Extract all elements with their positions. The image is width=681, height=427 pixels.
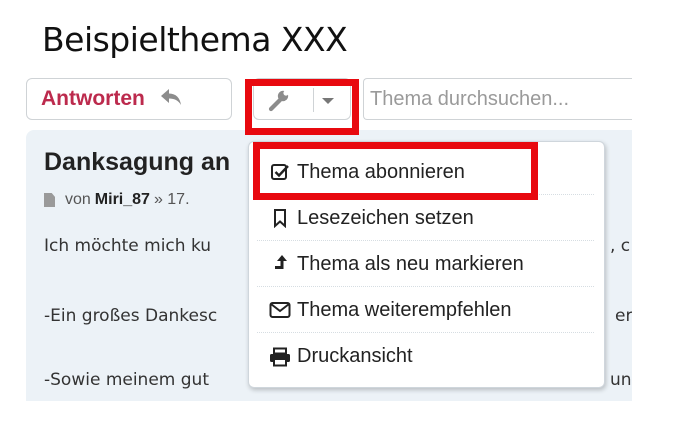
envelope-icon xyxy=(269,299,291,321)
menu-item-print-view[interactable]: Druckansicht xyxy=(257,334,594,379)
topic-tools-button[interactable] xyxy=(253,78,351,120)
bookmark-icon xyxy=(269,207,291,229)
post-text-fragment: er xyxy=(615,306,632,326)
post-meta-suffix: » 17. xyxy=(153,191,190,208)
menu-item-label: Druckansicht xyxy=(297,345,413,367)
menu-item-label: Thema weiterempfehlen xyxy=(297,298,512,321)
menu-item-mark-unread[interactable]: Thema als neu markieren xyxy=(257,242,594,287)
post-title: Danksagung an xyxy=(44,148,231,176)
reply-button[interactable]: Antworten xyxy=(26,78,232,120)
page-title: Beispielthema XXX xyxy=(42,20,348,59)
chevron-down-icon[interactable] xyxy=(322,98,334,104)
topic-tools-menu: Thema abonnieren Lesezeichen setzen Them… xyxy=(248,141,605,388)
post-text-fragment: , c xyxy=(610,236,631,256)
menu-item-label: Lesezeichen setzen xyxy=(297,206,474,229)
post-text-line: Ich möchte mich ku xyxy=(44,236,212,256)
reply-icon xyxy=(159,87,183,111)
menu-item-label: Thema abonnieren xyxy=(297,160,465,183)
menu-item-subscribe[interactable]: Thema abonnieren xyxy=(257,150,594,195)
menu-item-bookmark[interactable]: Lesezeichen setzen xyxy=(257,196,594,241)
wrench-icon xyxy=(266,88,292,117)
reply-button-label: Antworten xyxy=(41,87,145,110)
checkbox-checked-icon xyxy=(269,161,291,183)
tools-separator xyxy=(313,88,314,112)
document-icon xyxy=(44,193,55,207)
post-text-fragment: unc xyxy=(610,370,632,390)
post-meta: von Miri_87 » 17. xyxy=(44,191,190,209)
arrow-up-icon xyxy=(269,253,291,275)
post-author[interactable]: Miri_87 xyxy=(95,191,150,209)
post-text-line: -Ein großes Dankesc xyxy=(44,306,218,326)
menu-item-label: Thema als neu markieren xyxy=(297,252,524,275)
post-meta-prefix: von xyxy=(65,191,91,208)
post-text-line: -Sowie meinem gut xyxy=(44,370,209,390)
print-icon xyxy=(269,346,291,368)
menu-item-recommend[interactable]: Thema weiterempfehlen xyxy=(257,288,594,333)
topic-search-input[interactable] xyxy=(363,78,632,120)
